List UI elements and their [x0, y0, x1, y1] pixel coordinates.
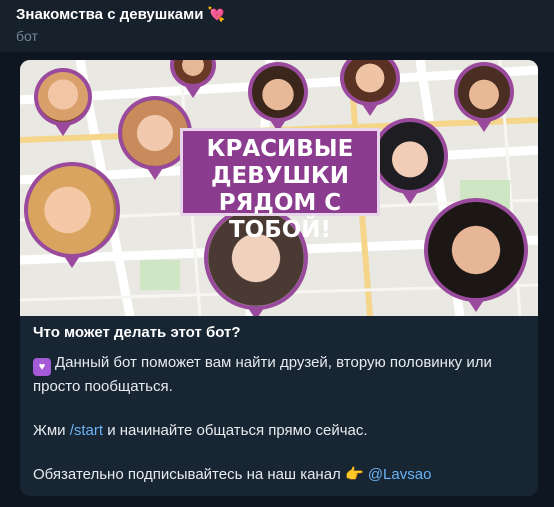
heart-icon: ♥	[33, 358, 51, 376]
banner-title-line: КРАСИВЫЕ	[206, 136, 354, 162]
chat-title-text: Знакомства с девушками	[16, 6, 204, 23]
profile-pin	[372, 118, 448, 204]
profile-pin	[24, 162, 120, 268]
chat-subtitle: бот	[16, 28, 38, 44]
banner-title-line: РЯДОМ С ТОБОЙ!	[218, 190, 342, 243]
banner-title-line: ДЕВУШКИ	[211, 163, 349, 189]
profile-pin	[454, 62, 514, 132]
start-command-link[interactable]: /start	[70, 422, 103, 439]
banner-image: КРАСИВЫЕ ДЕВУШКИ РЯДОМ С ТОБОЙ!	[20, 60, 538, 316]
profile-pin	[340, 60, 400, 116]
profile-pin	[248, 62, 308, 132]
description-line: Обязательно подписывайтесь на наш канал …	[33, 466, 432, 483]
description-line: Жми /start и начинайте общаться прямо се…	[33, 422, 368, 439]
profile-pin	[34, 68, 92, 136]
description-heading: Что может делать этот бот?	[33, 324, 241, 341]
channel-link[interactable]: @Lavsao	[368, 466, 432, 483]
heart-arrow-icon: 💘	[207, 6, 225, 22]
chat-header: Знакомства с девушками 💘 бот	[0, 0, 554, 52]
description-line: ♥ Данный бот поможет вам найти друзей, вт…	[33, 354, 492, 395]
chat-title[interactable]: Знакомства с девушками 💘	[16, 6, 225, 23]
bot-description: Что может делать этот бот? ♥ Данный бот п…	[33, 322, 528, 486]
bot-description-card: КРАСИВЫЕ ДЕВУШКИ РЯДОМ С ТОБОЙ! Что може…	[20, 60, 538, 496]
banner-title: КРАСИВЫЕ ДЕВУШКИ РЯДОМ С ТОБОЙ!	[180, 128, 380, 243]
profile-pin	[170, 60, 216, 98]
pointing-hand-icon: 👉	[344, 466, 364, 483]
profile-pin	[424, 198, 528, 312]
